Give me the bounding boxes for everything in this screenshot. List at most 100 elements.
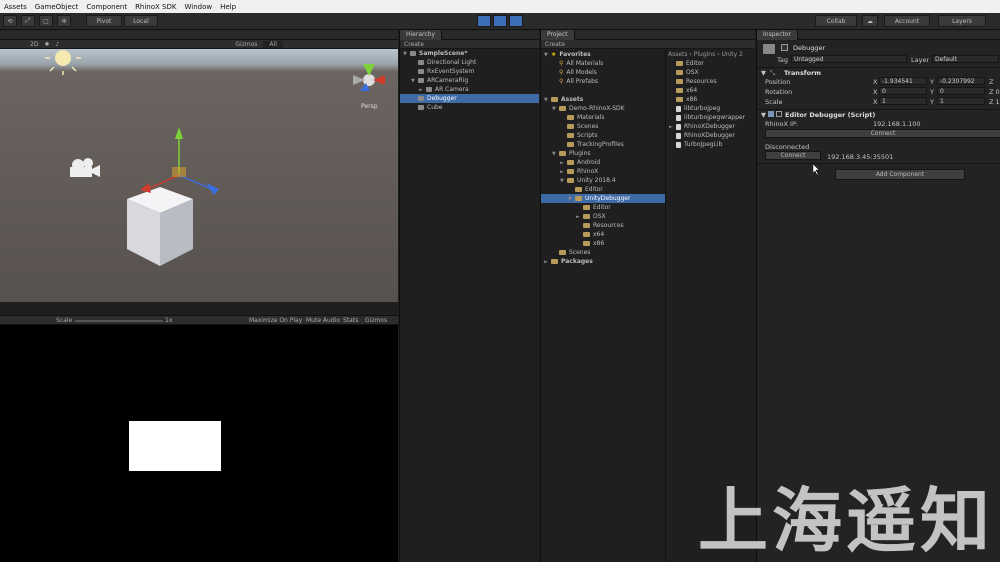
expand-down-icon[interactable]: ▼ bbox=[544, 52, 551, 58]
project-breadcrumb[interactable]: Assets › Plugins › Unity 2 bbox=[666, 50, 756, 59]
project-tree-item[interactable]: Editor bbox=[541, 203, 665, 212]
project-file-item[interactable]: Editor bbox=[666, 59, 756, 68]
mute-audio-toggle[interactable]: Mute Audio bbox=[306, 317, 340, 324]
rotation-z-field[interactable]: Z 0 bbox=[989, 88, 1000, 96]
tab-hierarchy[interactable]: Hierarchy bbox=[400, 29, 443, 40]
tab-project[interactable]: Project bbox=[541, 29, 575, 40]
expand-right-icon[interactable]: ► bbox=[560, 160, 567, 166]
menu-component[interactable]: Component bbox=[82, 3, 131, 11]
expand-right-icon[interactable]: ► bbox=[560, 169, 567, 175]
hierarchy-item[interactable]: Debugger bbox=[400, 94, 539, 103]
tag-dropdown[interactable]: Untagged bbox=[791, 55, 907, 63]
expand-down-icon[interactable]: ▼ bbox=[403, 51, 410, 57]
stats-toggle[interactable]: Stats bbox=[343, 317, 358, 324]
rotation-y-field[interactable]: 0 bbox=[937, 87, 985, 95]
collab-dropdown[interactable]: Collab bbox=[815, 15, 857, 27]
project-tree-item[interactable]: Scenes bbox=[541, 248, 665, 257]
rect-tool-icon[interactable]: ▢ bbox=[39, 15, 53, 27]
menu-window[interactable]: Window bbox=[180, 3, 216, 11]
expand-down-icon[interactable]: ▼ bbox=[411, 78, 418, 84]
hierarchy-item[interactable]: Directional Light bbox=[400, 58, 539, 67]
pause-button[interactable] bbox=[493, 15, 507, 27]
expand-down-icon[interactable]: ▼ bbox=[560, 178, 567, 184]
position-y-field[interactable]: -0.2307992 bbox=[937, 77, 985, 85]
scale-slider[interactable] bbox=[75, 320, 163, 322]
expand-down-icon[interactable]: ▼ bbox=[544, 97, 551, 103]
expand-down-icon[interactable]: ▼ bbox=[552, 151, 559, 157]
orientation-gizmo[interactable] bbox=[353, 64, 385, 91]
tab-inspector[interactable]: Inspector bbox=[757, 29, 798, 40]
project-file-item[interactable]: libturbojpegwrapper bbox=[666, 113, 756, 122]
expand-right-icon[interactable]: ► bbox=[419, 87, 426, 93]
project-tree-item[interactable]: TrackingProfiles bbox=[541, 140, 665, 149]
project-file-item[interactable]: x64 bbox=[666, 86, 756, 95]
pivot-toggle[interactable]: Pivot bbox=[86, 15, 122, 27]
project-file-item[interactable]: TurboJpegLib bbox=[666, 140, 756, 149]
project-file-item[interactable]: x86 bbox=[666, 95, 756, 104]
layers-dropdown[interactable]: Layers bbox=[938, 15, 986, 27]
project-create-button[interactable]: Create bbox=[545, 41, 565, 48]
project-tree-item[interactable]: ⚲ All Prefabs bbox=[541, 77, 665, 86]
expand-right-icon[interactable]: ► bbox=[669, 124, 676, 130]
script-enabled-checkbox[interactable] bbox=[776, 111, 782, 117]
play-button[interactable] bbox=[477, 15, 491, 27]
object-name-field[interactable]: Debugger bbox=[793, 44, 825, 52]
transform-tool-icon[interactable]: ✣ bbox=[57, 15, 71, 27]
account-dropdown[interactable]: Account bbox=[884, 15, 930, 27]
project-tree-item[interactable]: ▼ Demo-RhinoX-SDK bbox=[541, 104, 665, 113]
connect-button[interactable]: Connect bbox=[765, 129, 1000, 138]
hierarchy-create-button[interactable]: Create bbox=[404, 41, 424, 48]
project-tree-item[interactable]: ▼ Unity 2018.4 bbox=[541, 176, 665, 185]
hierarchy-item[interactable]: ▼ SampleScene* bbox=[400, 49, 539, 58]
add-component-button[interactable]: Add Component bbox=[835, 169, 965, 180]
project-tree-item[interactable]: ► Android bbox=[541, 158, 665, 167]
project-tree-item[interactable]: ▼ Plugins bbox=[541, 149, 665, 158]
expand-down-icon[interactable]: ▼ bbox=[568, 196, 575, 202]
position-x-field[interactable]: -1.934541 bbox=[879, 77, 927, 85]
project-tree-item[interactable]: x86 bbox=[541, 239, 665, 248]
active-checkbox[interactable] bbox=[781, 44, 788, 51]
scale-y-field[interactable]: 1 bbox=[937, 97, 985, 105]
project-tree-item[interactable]: Resources bbox=[541, 221, 665, 230]
project-tree-item[interactable]: x64 bbox=[541, 230, 665, 239]
expand-down-icon[interactable]: ▼ bbox=[552, 106, 559, 112]
connect-address-button[interactable]: Connect bbox=[765, 151, 821, 160]
menu-rhinox-sdk[interactable]: RhinoX SDK bbox=[131, 3, 180, 11]
cloud-icon[interactable]: ☁ bbox=[862, 15, 878, 27]
hierarchy-item[interactable]: ▼ ARCameraRig bbox=[400, 76, 539, 85]
2d-toggle[interactable]: 2D bbox=[30, 41, 38, 48]
project-tree-item[interactable]: ► OSX bbox=[541, 212, 665, 221]
project-tree-item[interactable]: ⚲ All Models bbox=[541, 68, 665, 77]
project-tree-item[interactable]: ▼ Assets bbox=[541, 95, 665, 104]
project-tree-item[interactable]: ▼ ★ Favorites bbox=[541, 50, 665, 59]
menu-help[interactable]: Help bbox=[216, 3, 240, 11]
project-file-item[interactable]: RhinoXDebugger bbox=[666, 131, 756, 140]
script-component-header[interactable]: ▼ Editor Debugger (Script) bbox=[757, 109, 1000, 119]
menu-gameobject[interactable]: GameObject bbox=[31, 3, 83, 11]
rotate-tool-icon[interactable]: ⟲ bbox=[3, 15, 17, 27]
hierarchy-item[interactable]: ► AR Camera bbox=[400, 85, 539, 94]
project-tree-item[interactable] bbox=[541, 86, 665, 95]
expand-right-icon[interactable]: ► bbox=[576, 214, 583, 220]
hierarchy-item[interactable]: Cube bbox=[400, 103, 539, 112]
project-file-item[interactable]: Resources bbox=[666, 77, 756, 86]
menu-assets[interactable]: Assets bbox=[0, 3, 31, 11]
project-tree-item[interactable]: ▼ UnityDebugger bbox=[541, 194, 665, 203]
scale-tool-icon[interactable]: ⤢ bbox=[21, 15, 35, 27]
project-file-item[interactable]: libturbojpeg bbox=[666, 104, 756, 113]
project-file-item[interactable]: ► RhinoXDebugger bbox=[666, 122, 756, 131]
rhinox-ip-value[interactable]: 192.168.1.100 bbox=[873, 120, 921, 128]
project-tree-item[interactable]: ► Packages bbox=[541, 257, 665, 266]
position-z-field[interactable]: Z bbox=[989, 78, 993, 86]
expand-right-icon[interactable]: ► bbox=[544, 259, 551, 265]
project-tree-item[interactable]: Scenes bbox=[541, 122, 665, 131]
scene-gizmos-dropdown[interactable]: Gizmos bbox=[235, 41, 257, 48]
maximize-on-play-toggle[interactable]: Maximize On Play bbox=[249, 317, 302, 324]
step-button[interactable] bbox=[509, 15, 523, 27]
project-tree-item[interactable]: ► RhinoX bbox=[541, 167, 665, 176]
scene-search-field[interactable]: All bbox=[263, 40, 283, 48]
lighting-icon[interactable]: ✹ bbox=[44, 41, 49, 48]
scene-viewport[interactable]: Persp bbox=[0, 49, 398, 302]
rotation-x-field[interactable]: 0 bbox=[879, 87, 927, 95]
project-tree-item[interactable]: Materials bbox=[541, 113, 665, 122]
